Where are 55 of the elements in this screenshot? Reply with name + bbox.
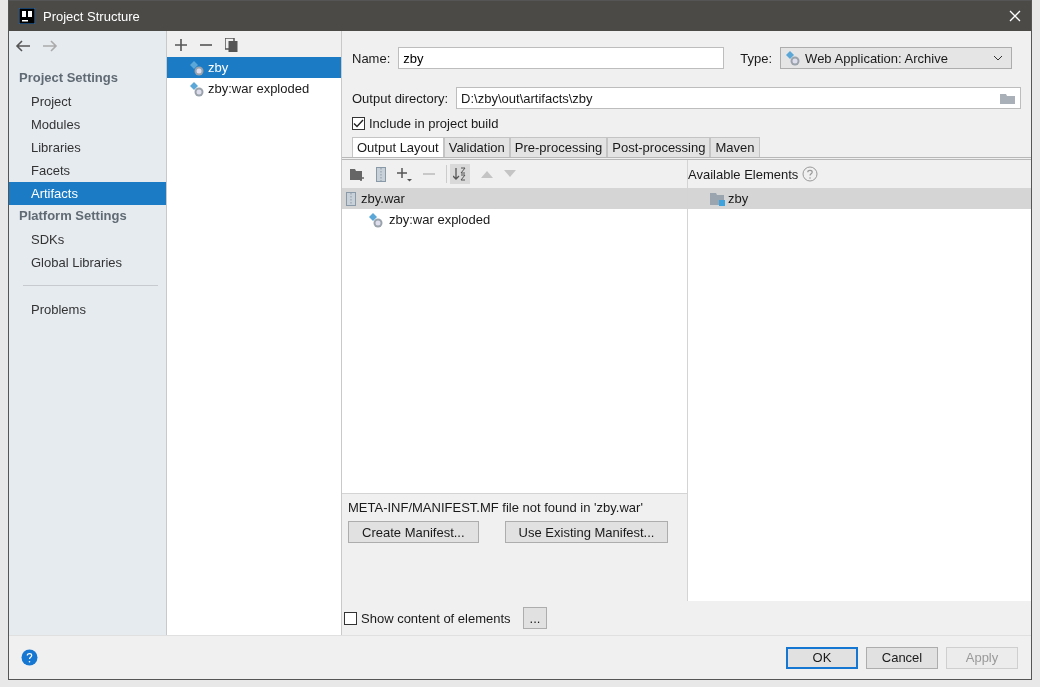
sidebar-item[interactable]: Artifacts	[9, 182, 166, 205]
window-title: Project Structure	[43, 8, 140, 24]
section-header: Platform Settings	[18, 207, 128, 225]
chevron-down-icon	[993, 55, 1004, 61]
sidebar-item[interactable]: Modules	[9, 113, 166, 136]
tab[interactable]: Post-processing	[607, 137, 711, 157]
tree-item[interactable]: zby.war	[342, 188, 687, 209]
sidebar-item[interactable]: Problems	[9, 298, 166, 321]
checkbox-label: Show content of elements	[361, 610, 511, 626]
manifest-button[interactable]: Use Existing Manifest...	[504, 521, 669, 543]
checkbox[interactable]	[344, 611, 357, 625]
dialog-button[interactable]: Cancel	[866, 646, 938, 669]
sidebar-item[interactable]: Facets	[9, 159, 166, 182]
checkbox-label: Include in project build	[369, 115, 499, 131]
sidebar-item[interactable]: Project	[9, 90, 166, 113]
manifest-button[interactable]: Create Manifest...	[348, 521, 479, 543]
web-artifact-icon	[785, 50, 802, 66]
sidebar-item[interactable]: Libraries	[9, 136, 166, 159]
back-arrow-icon[interactable]	[15, 40, 31, 52]
tab[interactable]: Pre-processing	[509, 137, 608, 157]
checkbox[interactable]	[352, 116, 365, 130]
copy-icon[interactable]	[225, 38, 238, 52]
sort-icon[interactable]	[450, 164, 470, 184]
tab[interactable]: Output Layout	[352, 137, 444, 157]
app-logo-icon	[19, 8, 35, 24]
sidebar-item[interactable]: SDKs	[9, 228, 166, 251]
archive-icon	[346, 191, 356, 206]
dialog-button[interactable]: OK	[786, 646, 858, 669]
artifact-item[interactable]: zby	[167, 57, 341, 78]
new-folder-icon[interactable]	[350, 167, 365, 181]
sidebar-item[interactable]: Global Libraries	[9, 251, 166, 274]
close-icon[interactable]	[1009, 10, 1021, 22]
tab[interactable]: Maven	[710, 137, 760, 157]
field-label: Type:	[740, 50, 773, 66]
web-artifact-icon	[189, 59, 205, 76]
archive-icon[interactable]	[376, 166, 386, 182]
add-dropdown-icon[interactable]	[397, 166, 412, 182]
field-label: Output directory:	[352, 90, 449, 106]
type-dropdown[interactable]: Web Application: Archive	[780, 47, 1013, 69]
more-button[interactable]: ...	[522, 607, 548, 629]
web-artifact-icon	[368, 211, 384, 228]
tree-item[interactable]: zby:war exploded	[342, 209, 687, 230]
field-label: Name:	[352, 50, 391, 66]
output-directory-field[interactable]: D:\zby\out\artifacts\zby	[456, 87, 1021, 109]
help-icon[interactable]	[21, 649, 38, 666]
name-field[interactable]: zby	[398, 47, 725, 69]
available-element[interactable]: zby	[688, 188, 1031, 209]
tab[interactable]: Validation	[443, 137, 510, 157]
section-header: Project Settings	[18, 69, 119, 87]
artifact-item[interactable]: zby:war exploded	[167, 78, 341, 99]
manifest-warning: META-INF/MANIFEST.MF file not found in 'zby.war'	[348, 500, 644, 515]
add-icon[interactable]	[175, 39, 187, 51]
web-artifact-icon	[189, 80, 205, 97]
panel-title: Available Elements	[688, 166, 799, 182]
module-folder-icon	[710, 191, 726, 206]
